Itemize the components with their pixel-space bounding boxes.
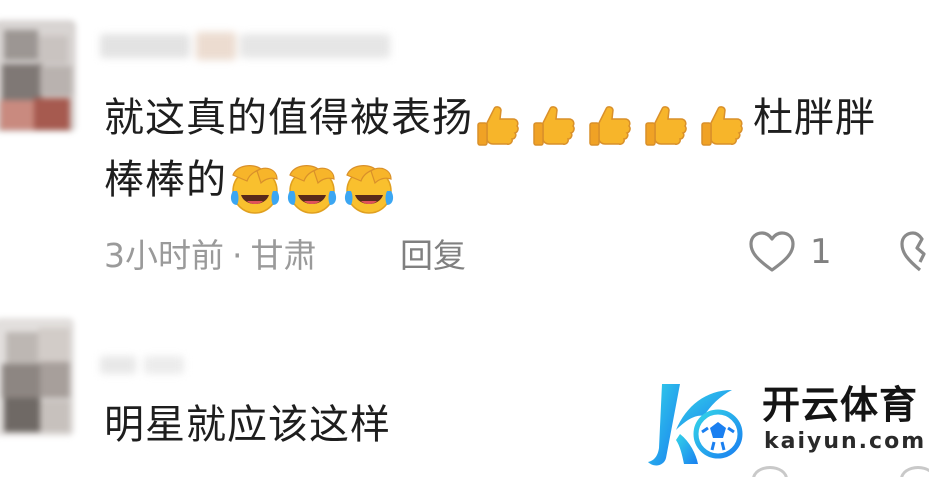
- comment-text-line: 就这真的值得被表扬 杜胖胖: [104, 86, 876, 156]
- thumbs-up-icon: [533, 106, 575, 146]
- comment-feed: 就这真的值得被表扬 杜胖胖 棒棒的 3小时前·甘肃 回复 1 明星就应该这样: [0, 0, 929, 477]
- comment-text-line: 棒棒的: [104, 148, 398, 218]
- laughing-emoji-group: [227, 154, 398, 218]
- comment-text: 明星就应该这样: [104, 402, 391, 448]
- like-button-partial: [752, 466, 788, 477]
- comment-location: 甘肃: [250, 236, 317, 275]
- thumbs-up-icon: [589, 106, 631, 146]
- heart-icon: [749, 231, 795, 272]
- comment-meta: 3小时前 · 甘肃: [104, 232, 317, 280]
- like-button[interactable]: 1: [748, 230, 832, 274]
- kaiyun-logo-icon: [648, 384, 743, 466]
- laughing-crying-icon: [287, 165, 337, 214]
- comment-text: 棒棒的: [104, 157, 227, 203]
- comment-time: 3小时前: [104, 236, 224, 275]
- comment-text-line: 明星就应该这样: [104, 393, 391, 457]
- laughing-crying-icon: [344, 165, 394, 214]
- like-count: 1: [810, 232, 832, 272]
- thumbs-up-icon: [645, 106, 687, 146]
- broken-heart-icon: [900, 231, 926, 272]
- dislike-button-partial: [900, 466, 929, 477]
- watermark-url: kaiyun.com: [764, 429, 927, 454]
- watermark-title: 开云体育: [762, 383, 919, 427]
- avatar[interactable]: [0, 318, 74, 436]
- thumbs-up-icon: [477, 106, 519, 146]
- laughing-crying-icon: [230, 165, 280, 214]
- username-redacted[interactable]: [100, 28, 400, 64]
- dislike-button[interactable]: [898, 228, 929, 280]
- thumbs-up-emoji-group: [473, 92, 753, 156]
- username-redacted[interactable]: [100, 352, 200, 378]
- avatar[interactable]: [0, 20, 76, 132]
- comment-text-tail: 杜胖胖: [753, 95, 876, 141]
- reply-button[interactable]: 回复: [400, 232, 466, 280]
- thumbs-up-icon: [701, 106, 743, 146]
- comment-text: 就这真的值得被表扬: [104, 95, 473, 141]
- meta-separator: ·: [232, 236, 243, 275]
